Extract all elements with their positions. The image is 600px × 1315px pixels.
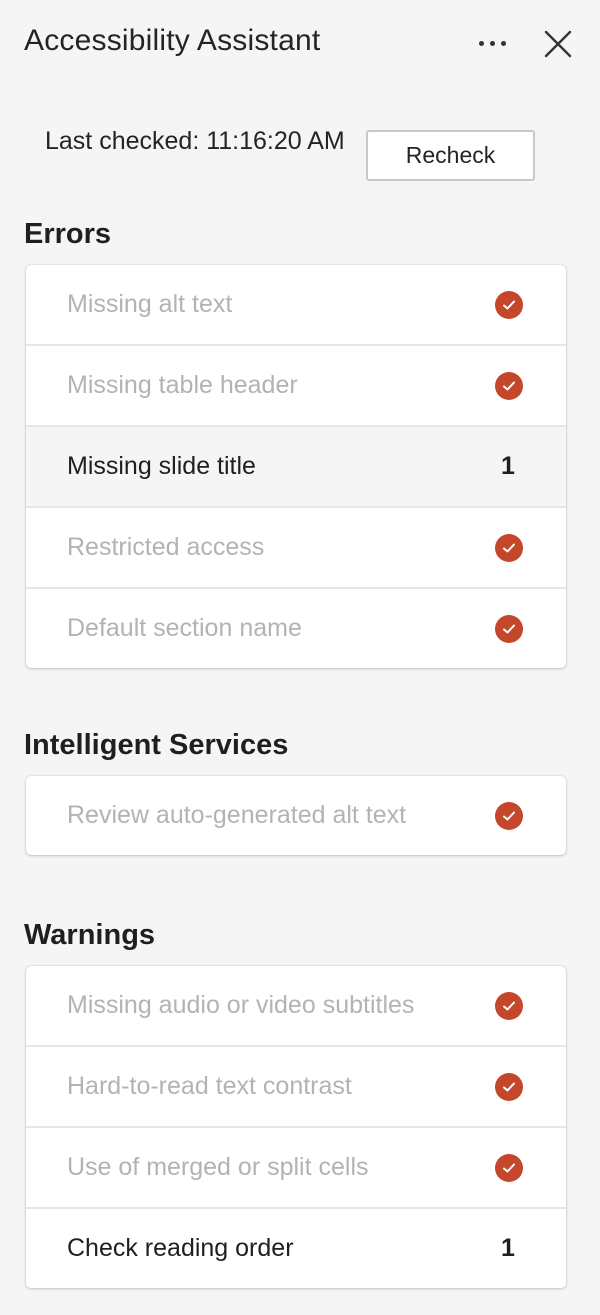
errors-list: Missing alt text Missing table header Mi…: [26, 265, 566, 668]
issue-count: 1: [501, 1234, 515, 1262]
warnings-list: Missing audio or video subtitles Hard-to…: [26, 966, 566, 1288]
checkmark-icon: [495, 614, 523, 643]
checkmark-icon: [495, 290, 523, 319]
item-label: Review auto-generated alt text: [67, 801, 407, 829]
list-item[interactable]: Hard-to-read text contrast: [26, 1047, 566, 1128]
list-item-issue[interactable]: Missing slide title 1: [26, 427, 566, 508]
checkmark-icon: [495, 533, 523, 562]
checkmark-icon: [495, 1072, 523, 1101]
list-item[interactable]: Use of merged or split cells: [26, 1128, 566, 1209]
recheck-button[interactable]: Recheck: [366, 130, 535, 181]
close-icon: [544, 30, 572, 58]
accessibility-assistant-pane: Accessibility Assistant Last checked: 11…: [0, 0, 600, 1315]
warnings-heading: Warnings: [24, 919, 156, 951]
intelligent-services-list: Review auto-generated alt text: [26, 776, 566, 855]
close-button[interactable]: [538, 24, 578, 64]
item-label: Default section name: [67, 614, 302, 642]
item-label: Restricted access: [67, 533, 265, 561]
checkmark-icon: [495, 371, 523, 400]
last-checked-text: Last checked: 11:16:20 AM: [45, 127, 345, 155]
item-label: Missing alt text: [67, 290, 233, 318]
item-label: Use of merged or split cells: [67, 1153, 369, 1181]
issue-count: 1: [501, 452, 515, 480]
checkmark-icon: [495, 1153, 523, 1182]
more-horizontal-icon: [478, 40, 484, 46]
list-item[interactable]: Default section name: [26, 589, 566, 668]
checkmark-icon: [495, 991, 523, 1020]
list-item[interactable]: Review auto-generated alt text: [26, 776, 566, 855]
checkmark-icon: [495, 801, 523, 830]
more-options-button[interactable]: [470, 28, 514, 58]
list-item-issue[interactable]: Check reading order 1: [26, 1209, 566, 1288]
item-label: Hard-to-read text contrast: [67, 1072, 352, 1100]
item-label: Check reading order: [67, 1234, 294, 1262]
list-item[interactable]: Missing audio or video subtitles: [26, 966, 566, 1047]
errors-heading: Errors: [24, 218, 112, 250]
list-item[interactable]: Missing table header: [26, 346, 566, 427]
item-label: Missing table header: [67, 371, 298, 399]
item-label: Missing audio or video subtitles: [67, 991, 415, 1019]
pane-title: Accessibility Assistant: [24, 24, 321, 57]
intelligent-services-heading: Intelligent Services: [24, 729, 289, 761]
list-item[interactable]: Missing alt text: [26, 265, 566, 346]
list-item[interactable]: Restricted access: [26, 508, 566, 589]
item-label: Missing slide title: [67, 452, 256, 480]
